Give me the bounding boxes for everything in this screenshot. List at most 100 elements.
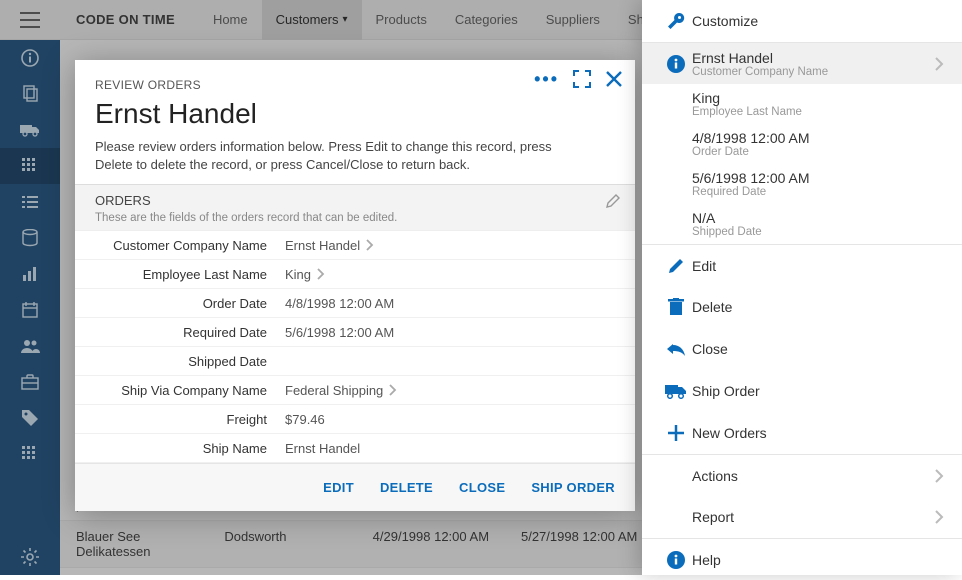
info-value: 5/6/1998 12:00 AM bbox=[692, 170, 944, 186]
menu-label: Delete bbox=[692, 299, 944, 315]
form-row: Order Date4/8/1998 12:00 AM bbox=[75, 289, 635, 318]
tab-suppliers[interactable]: Suppliers bbox=[532, 0, 614, 40]
menu-edit[interactable]: Edit bbox=[642, 244, 962, 286]
info-label: Order Date bbox=[692, 146, 944, 158]
rail-settings-icon[interactable] bbox=[0, 539, 60, 575]
panel-action-bar: EDIT DELETE CLOSE SHIP ORDER bbox=[75, 463, 635, 511]
rail-grid-icon[interactable] bbox=[0, 148, 60, 184]
chevron-down-icon: ▾ bbox=[342, 14, 347, 25]
review-orders-panel: ••• REVIEW ORDERS Ernst Handel Please re… bbox=[75, 60, 635, 511]
close-icon[interactable] bbox=[605, 70, 623, 88]
context-menu: Customize Ernst Handel Customer Company … bbox=[642, 0, 962, 575]
info-label: Required Date bbox=[692, 186, 944, 198]
rail-db-icon[interactable] bbox=[0, 220, 60, 256]
field-value: 4/8/1998 12:00 AM bbox=[285, 296, 394, 311]
field-label: Ship Name bbox=[75, 441, 285, 456]
form-row: Required Date5/6/1998 12:00 AM bbox=[75, 318, 635, 347]
menu-customize[interactable]: Customize bbox=[642, 0, 962, 42]
form-row: Ship NameErnst Handel bbox=[75, 434, 635, 463]
menu-label: Report bbox=[692, 509, 934, 525]
menu-new-orders[interactable]: New Orders bbox=[642, 412, 962, 454]
chevron-right-icon bbox=[317, 268, 325, 280]
chevron-right-icon bbox=[934, 57, 944, 71]
record-title: Ernst Handel bbox=[692, 50, 934, 66]
panel-description: Please review orders information below. … bbox=[95, 138, 615, 174]
rail-tag-icon[interactable] bbox=[0, 400, 60, 436]
rail-copy-icon[interactable] bbox=[0, 76, 60, 112]
tab-home[interactable]: Home bbox=[199, 0, 262, 40]
chevron-right-icon bbox=[366, 239, 374, 251]
plus-icon bbox=[660, 424, 692, 442]
field-label: Freight bbox=[75, 412, 285, 427]
menu-info-row: 5/6/1998 12:00 AMRequired Date bbox=[642, 164, 962, 204]
field-value[interactable]: Ernst Handel bbox=[285, 238, 374, 253]
brand-label: CODE ON TIME bbox=[76, 12, 175, 27]
rail-apps-icon[interactable] bbox=[0, 436, 60, 472]
hamburger-button[interactable] bbox=[0, 0, 60, 40]
rail-info-icon[interactable] bbox=[0, 40, 60, 76]
rail-calendar-icon[interactable] bbox=[0, 292, 60, 328]
field-value[interactable]: King bbox=[285, 267, 325, 282]
form-row: Freight$79.46 bbox=[75, 405, 635, 434]
tab-customers[interactable]: Customers▾ bbox=[262, 0, 362, 40]
rail-list-icon[interactable] bbox=[0, 184, 60, 220]
menu-help[interactable]: Help bbox=[642, 538, 962, 580]
orders-section-header: ORDERS These are the fields of the order… bbox=[75, 184, 635, 231]
menu-report[interactable]: Report bbox=[642, 496, 962, 538]
menu-delete[interactable]: Delete bbox=[642, 286, 962, 328]
fullscreen-icon[interactable] bbox=[573, 70, 591, 88]
panel-title: Ernst Handel bbox=[95, 98, 615, 130]
menu-label: New Orders bbox=[692, 425, 944, 441]
menu-label: Edit bbox=[692, 258, 944, 274]
menu-label: Customize bbox=[692, 13, 944, 29]
form-row: Shipped Date bbox=[75, 347, 635, 376]
pencil-icon bbox=[660, 257, 692, 275]
info-label: Shipped Date bbox=[692, 226, 944, 238]
trash-icon bbox=[660, 298, 692, 316]
rail-truck-icon[interactable] bbox=[0, 112, 60, 148]
tab-products[interactable]: Products bbox=[362, 0, 441, 40]
field-value: $79.46 bbox=[285, 412, 325, 427]
close-button[interactable]: CLOSE bbox=[459, 480, 505, 495]
left-rail bbox=[0, 0, 60, 575]
rail-chart-icon[interactable] bbox=[0, 256, 60, 292]
truck-icon bbox=[660, 383, 692, 399]
edit-button[interactable]: EDIT bbox=[323, 480, 354, 495]
tab-categories[interactable]: Categories bbox=[441, 0, 532, 40]
info-value: King bbox=[692, 90, 944, 106]
ship-order-button[interactable]: SHIP ORDER bbox=[531, 480, 615, 495]
menu-close[interactable]: Close bbox=[642, 328, 962, 370]
info-value: N/A bbox=[692, 210, 944, 226]
rail-briefcase-icon[interactable] bbox=[0, 364, 60, 400]
undo-icon bbox=[660, 341, 692, 357]
section-title: ORDERS bbox=[95, 193, 615, 208]
menu-info-row: N/AShipped Date bbox=[642, 204, 962, 244]
field-label: Required Date bbox=[75, 325, 285, 340]
info-icon bbox=[660, 550, 692, 570]
record-subtitle: Customer Company Name bbox=[692, 66, 934, 78]
form-row: Employee Last NameKing bbox=[75, 260, 635, 289]
field-label: Order Date bbox=[75, 296, 285, 311]
section-subtitle: These are the fields of the orders recor… bbox=[95, 212, 615, 224]
field-value: 5/6/1998 12:00 AM bbox=[285, 325, 394, 340]
pencil-icon[interactable] bbox=[605, 193, 621, 209]
menu-info-row: KingEmployee Last Name bbox=[642, 84, 962, 124]
more-options-icon[interactable]: ••• bbox=[534, 70, 559, 88]
form-row: Ship Via Company NameFederal Shipping bbox=[75, 376, 635, 405]
menu-record-header[interactable]: Ernst Handel Customer Company Name bbox=[642, 42, 962, 84]
menu-label: Help bbox=[692, 552, 944, 568]
chevron-right-icon bbox=[389, 384, 397, 396]
field-label: Customer Company Name bbox=[75, 238, 285, 253]
menu-ship-order[interactable]: Ship Order bbox=[642, 370, 962, 412]
field-value: Ernst Handel bbox=[285, 441, 360, 456]
menu-actions[interactable]: Actions bbox=[642, 454, 962, 496]
field-label: Ship Via Company Name bbox=[75, 383, 285, 398]
field-label: Shipped Date bbox=[75, 354, 285, 369]
menu-info-row: 4/8/1998 12:00 AMOrder Date bbox=[642, 124, 962, 164]
rail-users-icon[interactable] bbox=[0, 328, 60, 364]
wrench-icon bbox=[660, 11, 692, 31]
chevron-right-icon bbox=[934, 510, 944, 524]
delete-button[interactable]: DELETE bbox=[380, 480, 433, 495]
menu-label: Ship Order bbox=[692, 383, 944, 399]
field-value[interactable]: Federal Shipping bbox=[285, 383, 397, 398]
